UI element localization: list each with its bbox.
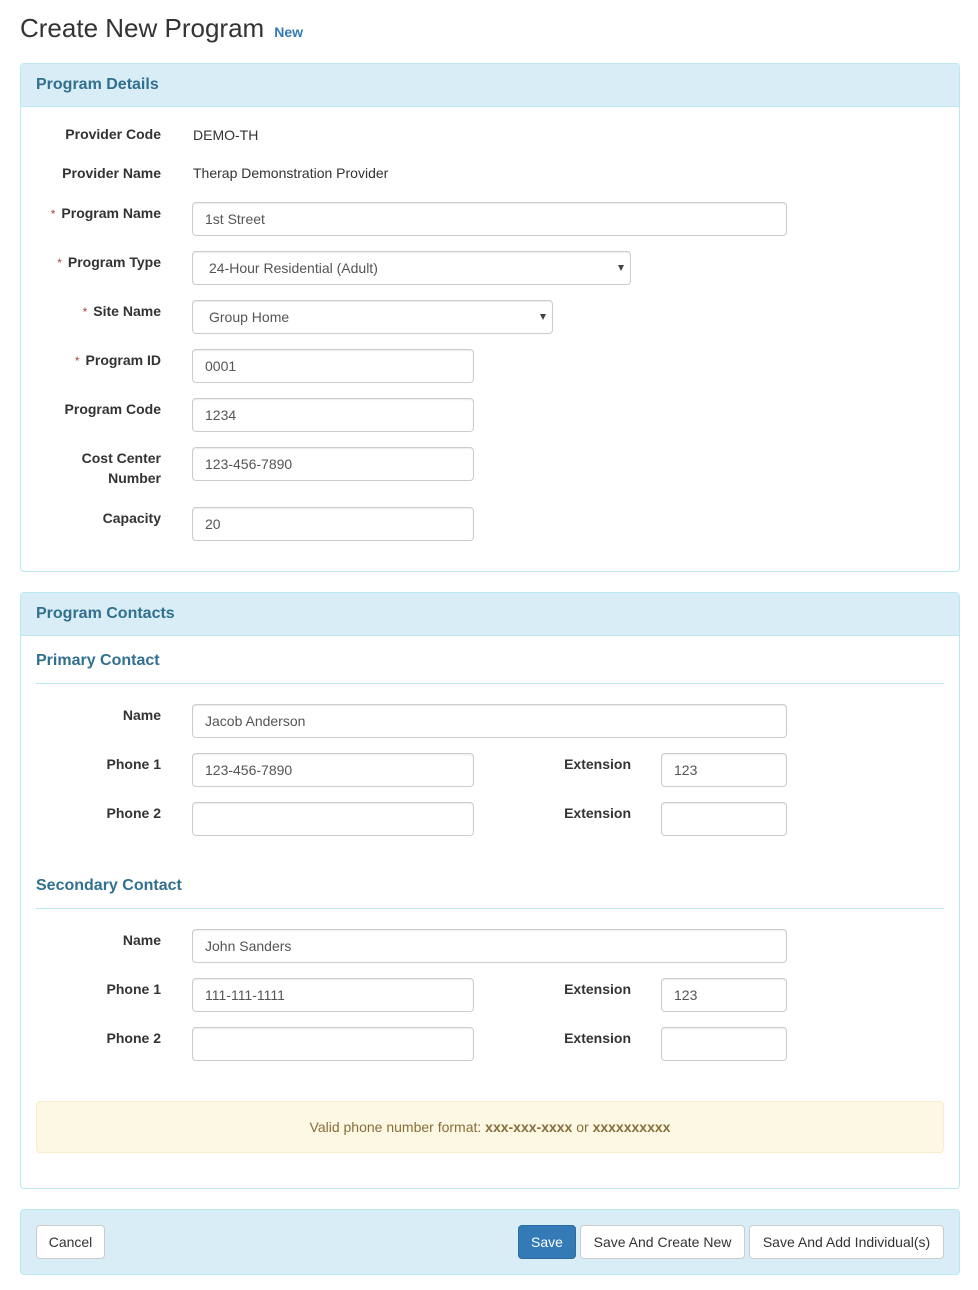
secondary-phone1-label: Phone 1 <box>106 981 161 997</box>
secondary-contact-title: Secondary Contact <box>36 877 182 894</box>
program-code-label: Program Code <box>64 401 161 417</box>
status-badge: New <box>274 24 303 40</box>
panel-heading: Program Details <box>21 64 959 107</box>
program-type-value: 24-Hour Residential (Adult) <box>209 260 378 276</box>
secondary-ext2-label: Extension <box>564 1030 631 1046</box>
label-text: Site Name <box>93 303 161 319</box>
form-actions-bar: Cancel Save Save And Create New Save And… <box>20 1209 960 1275</box>
alert-format-1: xxx-xxx-xxxx <box>485 1119 573 1135</box>
panel-heading: Program Contacts <box>21 593 959 636</box>
secondary-phone1-input[interactable]: 111-111-1111 <box>192 978 474 1012</box>
alert-prefix: Valid phone number format: <box>309 1119 486 1135</box>
primary-ext1-label: Extension <box>564 756 631 772</box>
secondary-name-label: Name <box>122 932 161 948</box>
site-name-select[interactable]: Group Home <box>192 300 553 334</box>
primary-ext2-label: Extension <box>564 805 631 821</box>
panel-title: Program Details <box>36 76 159 93</box>
alert-or: or <box>572 1119 593 1135</box>
primary-phone2-label: Phone 2 <box>106 805 161 821</box>
caret-down-icon <box>618 265 624 271</box>
required-marker: * <box>57 256 62 270</box>
capacity-input[interactable]: 20 <box>192 507 474 541</box>
program-name-input[interactable]: 1st Street <box>192 202 787 236</box>
required-marker: * <box>82 305 88 319</box>
capacity-label: Capacity <box>102 510 161 526</box>
label-text: Program ID <box>85 352 161 368</box>
secondary-name-input[interactable]: John Sanders <box>192 929 787 963</box>
provider-name-value: Therap Demonstration Provider <box>193 165 389 181</box>
program-id-label: * Program ID <box>21 350 161 371</box>
program-name-label: * Program Name <box>21 203 161 224</box>
primary-phone2-input[interactable] <box>192 802 474 836</box>
secondary-ext1-input[interactable]: 123 <box>661 978 787 1012</box>
provider-name-label: Provider Name <box>62 165 161 181</box>
program-code-input[interactable]: 1234 <box>192 398 474 432</box>
program-id-input[interactable]: 0001 <box>192 349 474 383</box>
program-type-label: * Program Type <box>21 252 161 273</box>
site-name-label: * Site Name <box>21 301 161 322</box>
program-details-panel: Program Details Provider Code DEMO-TH Pr… <box>20 63 960 572</box>
page-header: Create New Program New <box>20 13 303 49</box>
primary-ext1-input[interactable]: 123 <box>661 753 787 787</box>
caret-down-icon <box>540 314 546 320</box>
secondary-phone2-label: Phone 2 <box>106 1030 161 1046</box>
primary-name-label: Name <box>122 707 161 723</box>
save-button[interactable]: Save <box>518 1225 576 1259</box>
program-type-select[interactable]: 24-Hour Residential (Adult) <box>192 251 631 285</box>
site-name-value: Group Home <box>209 309 290 325</box>
provider-code-value: DEMO-TH <box>193 127 259 143</box>
primary-phone1-input[interactable]: 123-456-7890 <box>192 753 474 787</box>
cost-center-label: Cost Center Number <box>21 448 161 488</box>
page-title: Create New Program <box>20 13 265 43</box>
panel-title: Program Contacts <box>36 605 175 622</box>
secondary-contact-heading: Secondary Contact <box>36 862 944 909</box>
required-marker: * <box>50 207 56 221</box>
alert-format-2: xxxxxxxxxx <box>592 1119 671 1135</box>
cost-center-number-input[interactable]: 123-456-7890 <box>192 447 474 481</box>
save-and-add-individuals-button[interactable]: Save And Add Individual(s) <box>749 1225 944 1259</box>
secondary-phone2-input[interactable] <box>192 1027 474 1061</box>
primary-contact-title: Primary Contact <box>36 652 160 669</box>
label-line-1: Cost Center <box>81 450 161 466</box>
phone-format-alert: Valid phone number format: xxx-xxx-xxxx … <box>36 1101 944 1153</box>
secondary-ext1-label: Extension <box>564 981 631 997</box>
primary-name-input[interactable]: Jacob Anderson <box>192 704 787 738</box>
label-text: Program Type <box>67 254 161 270</box>
provider-code-label: Provider Code <box>65 126 161 142</box>
primary-contact-heading: Primary Contact <box>36 637 944 684</box>
required-marker: * <box>74 354 80 368</box>
save-and-create-new-button[interactable]: Save And Create New <box>580 1225 745 1259</box>
primary-phone1-label: Phone 1 <box>106 756 161 772</box>
primary-ext2-input[interactable] <box>661 802 787 836</box>
program-contacts-panel: Program Contacts Primary Contact Name Ja… <box>20 592 960 1189</box>
cancel-button[interactable]: Cancel <box>36 1225 105 1259</box>
label-line-2: Number <box>108 470 161 486</box>
label-text: Program Name <box>61 205 161 221</box>
secondary-ext2-input[interactable] <box>661 1027 787 1061</box>
